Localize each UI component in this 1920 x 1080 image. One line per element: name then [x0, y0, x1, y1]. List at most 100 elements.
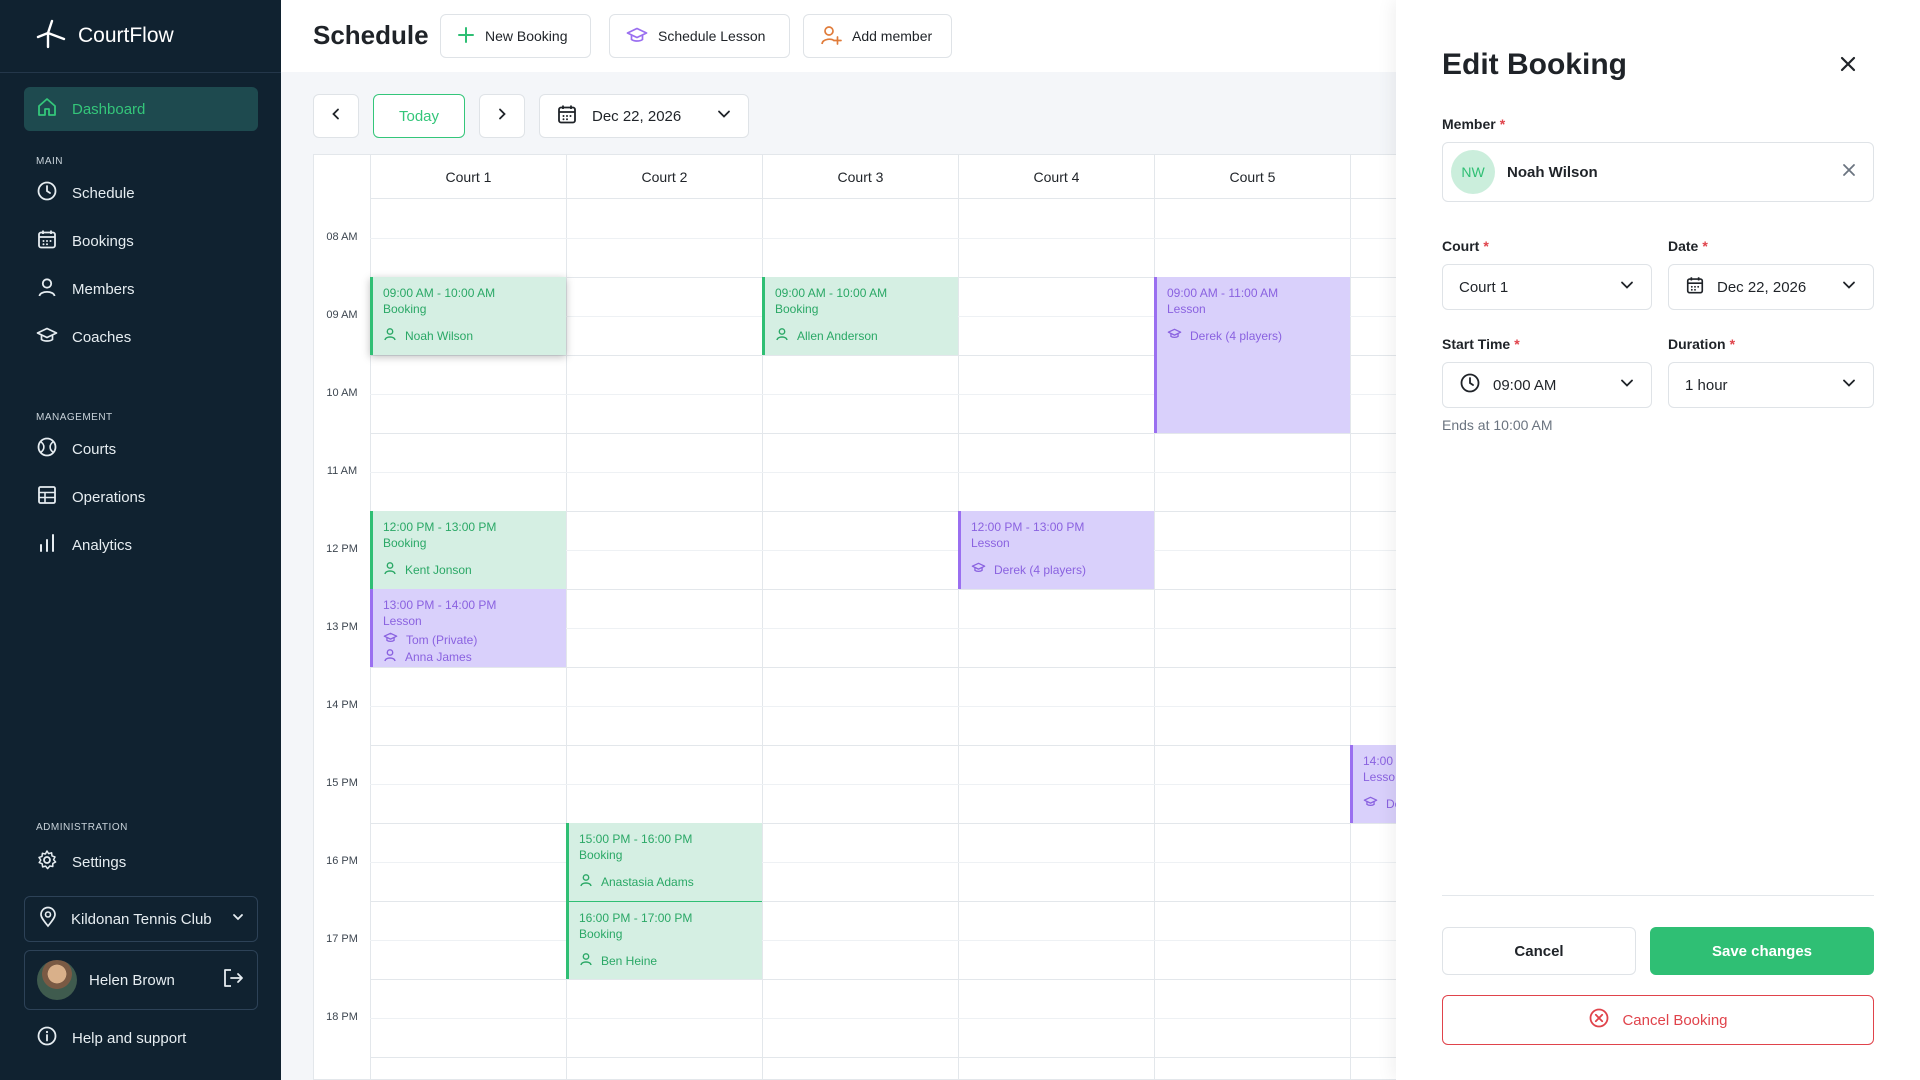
user-icon [383, 561, 397, 579]
event-member-name: Kent Jonson [405, 563, 472, 577]
sidebar-item-analytics[interactable]: Analytics [24, 523, 258, 567]
event-member: Kent Jonson [383, 561, 556, 579]
event-time: 16:00 PM - 17:00 PM [579, 911, 693, 925]
calendar-icon [36, 228, 58, 254]
sidebar-item-label: Courts [72, 440, 117, 458]
duration-select[interactable]: 1 hour [1668, 362, 1874, 408]
time-label: 15 PM [326, 777, 358, 789]
schedule-lesson-button[interactable]: Schedule Lesson [609, 14, 790, 58]
today-button[interactable]: Today [373, 94, 465, 138]
event-time: 13:00 PM - 14:00 PM [383, 598, 497, 612]
lesson-event[interactable]: 12:00 PM - 13:00 PM Lesson Derek (4 play… [958, 511, 1154, 589]
court-select[interactable]: Court 1 [1442, 264, 1652, 310]
sidebar-item-label: Settings [72, 853, 127, 871]
event-type: Booking [775, 302, 819, 316]
event-coach: Tom (Private) [383, 631, 556, 648]
sidebar-item-coaches[interactable]: Coaches [24, 315, 258, 359]
cancel-booking-button[interactable]: Cancel Booking [1442, 995, 1874, 1045]
booking-event[interactable]: 16:00 PM - 17:00 PM Booking Ben Heine [566, 901, 762, 979]
user-icon [579, 952, 593, 970]
start-time-label: Start Time * [1442, 336, 1520, 352]
cancel-circle-icon [1588, 1007, 1610, 1033]
cancel-booking-label: Cancel Booking [1622, 1011, 1728, 1029]
grid-hour-line [370, 823, 1396, 824]
date-field[interactable]: Dec 22, 2026 [1668, 264, 1874, 310]
grid-hour-line [370, 667, 1396, 668]
club-selector[interactable]: Kildonan Tennis Club [24, 896, 258, 942]
court-header: Court 2 [566, 155, 762, 199]
user-card[interactable]: Helen Brown [24, 950, 258, 1010]
grid-half-hour-line [370, 706, 1396, 707]
brand[interactable]: CourtFlow [36, 18, 174, 54]
bar-chart-icon [36, 532, 58, 558]
sidebar-item-dashboard[interactable]: Dashboard [24, 87, 258, 131]
grid-hour-line [370, 1057, 1396, 1058]
sidebar-item-bookings[interactable]: Bookings [24, 219, 258, 263]
close-button[interactable] [1834, 52, 1862, 80]
event-time: 09:00 AM - 10:00 AM [775, 286, 888, 300]
start-time-value: 09:00 AM [1493, 376, 1557, 394]
booking-event[interactable]: 12:00 PM - 13:00 PM Booking Kent Jonson [370, 511, 566, 589]
booking-event[interactable]: 15:00 PM - 16:00 PM Booking Anastasia Ad… [566, 823, 762, 901]
user-icon [383, 327, 397, 345]
sidebar-item-operations[interactable]: Operations [24, 475, 258, 519]
user-icon [383, 648, 397, 666]
event-coach-name: Derek (4 players) [994, 562, 1087, 577]
time-label: 16 PM [326, 855, 358, 867]
sidebar-item-courts[interactable]: Courts [24, 427, 258, 471]
cancel-button[interactable]: Cancel [1442, 927, 1636, 975]
sidebar-item-label: Help and support [72, 1029, 187, 1047]
gear-icon [36, 849, 58, 875]
calendar-area: Today Dec 22, 2026 Court 1 Court 2 Court… [281, 72, 1396, 1080]
grid-half-hour-line [370, 238, 1396, 239]
time-label: 08 AM [326, 231, 358, 243]
save-changes-button[interactable]: Save changes [1650, 927, 1874, 975]
next-day-button[interactable] [479, 94, 525, 138]
event-time: 15:00 PM - 16:00 PM [579, 832, 693, 846]
user-name: Helen Brown [89, 971, 175, 989]
duration-label-text: Duration [1668, 336, 1726, 352]
calendar-icon [556, 103, 578, 129]
date-picker[interactable]: Dec 22, 2026 [539, 94, 749, 138]
brand-divider [0, 72, 281, 73]
member-initials-avatar: NW [1451, 150, 1495, 194]
grid-half-hour-line [370, 940, 1396, 941]
booking-event[interactable]: 09:00 AM - 10:00 AM Booking Allen Anders… [762, 277, 958, 355]
new-booking-button[interactable]: New Booking [440, 14, 591, 58]
event-member: Allen Anderson [775, 327, 948, 345]
sidebar-item-label: Schedule [72, 184, 135, 202]
booking-event[interactable]: 09:00 AM - 10:00 AM Booking Noah Wilson [370, 277, 566, 355]
graduation-cap-icon [36, 324, 58, 350]
member-field[interactable]: NW Noah Wilson [1442, 142, 1874, 202]
sidebar: CourtFlow Dashboard MAIN Schedule Bookin… [0, 0, 281, 1080]
member-label-text: Member [1442, 116, 1496, 132]
sidebar-item-members[interactable]: Members [24, 267, 258, 311]
avatar [37, 960, 77, 1000]
event-coach: Derek (4 players) [971, 561, 1144, 578]
previous-day-button[interactable] [313, 94, 359, 138]
add-member-button[interactable]: Add member [803, 14, 952, 58]
start-time-select[interactable]: 09:00 AM [1442, 362, 1652, 408]
lesson-event[interactable]: 13:00 PM - 14:00 PM Lesson Tom (Private)… [370, 589, 566, 667]
chevron-down-icon [1619, 375, 1635, 395]
lesson-event[interactable]: 09:00 AM - 11:00 AM Lesson Derek (4 play… [1154, 277, 1350, 433]
court-header: Court 1 [370, 155, 566, 199]
graduation-cap-icon [1363, 795, 1378, 812]
grid-half-hour-line [370, 862, 1396, 863]
time-label: 17 PM [326, 933, 358, 945]
sidebar-item-settings[interactable]: Settings [24, 840, 258, 884]
time-label: 13 PM [326, 621, 358, 633]
sidebar-item-schedule[interactable]: Schedule [24, 171, 258, 215]
clock-icon [1459, 372, 1481, 398]
graduation-cap-icon [626, 25, 648, 48]
close-icon [1839, 55, 1857, 78]
user-icon [36, 276, 58, 302]
chevron-down-icon [1841, 375, 1857, 395]
logout-icon[interactable] [221, 966, 245, 994]
court-label: Court * [1442, 238, 1489, 254]
event-member: Anna James [383, 648, 556, 666]
lesson-event[interactable]: 14:00 Lesso De [1350, 745, 1396, 823]
clear-member-icon[interactable] [1841, 162, 1857, 182]
sidebar-item-help[interactable]: Help and support [24, 1016, 258, 1060]
user-icon [579, 873, 593, 891]
